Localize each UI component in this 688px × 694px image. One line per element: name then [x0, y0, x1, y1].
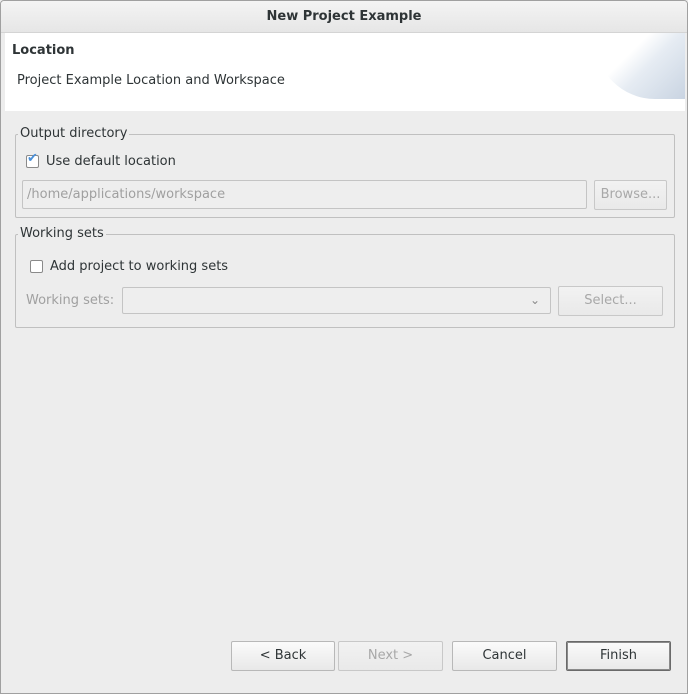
add-to-working-sets-label: Add project to working sets	[50, 259, 229, 274]
browse-button[interactable]: Browse...	[594, 180, 667, 210]
output-directory-legend: Output directory	[18, 126, 130, 141]
add-to-working-sets-row[interactable]: Add project to working sets	[30, 259, 228, 274]
chevron-down-icon: ⌄	[530, 293, 541, 307]
add-to-working-sets-checkbox[interactable]	[30, 260, 43, 273]
use-default-location-row[interactable]: ✔ Use default location	[26, 151, 176, 169]
use-default-location-label: Use default location	[46, 154, 176, 169]
next-button[interactable]: Next >	[338, 641, 443, 671]
banner-title: Location	[12, 43, 75, 58]
use-default-location-checkbox[interactable]: ✔	[26, 151, 39, 168]
banner-decoration	[595, 33, 685, 99]
finish-button[interactable]: Finish	[566, 641, 671, 671]
banner-description: Project Example Location and Workspace	[17, 73, 285, 88]
back-button[interactable]: < Back	[231, 641, 335, 671]
working-sets-legend: Working sets	[18, 226, 106, 241]
window-title: New Project Example	[1, 1, 687, 33]
dialog-window: New Project Example Location Project Exa…	[0, 0, 688, 694]
wizard-banner: Location Project Example Location and Wo…	[5, 33, 685, 111]
location-path-field[interactable]: /home/applications/workspace	[22, 180, 587, 209]
output-directory-group: Output directory ✔ Use default location …	[15, 126, 675, 218]
cancel-button[interactable]: Cancel	[452, 641, 557, 671]
working-sets-combo[interactable]: ⌄	[122, 287, 551, 314]
check-icon: ✔	[27, 151, 38, 166]
select-working-sets-button[interactable]: Select...	[558, 286, 663, 316]
working-sets-group: Working sets Add project to working sets…	[15, 226, 675, 328]
working-sets-label: Working sets:	[26, 293, 115, 308]
